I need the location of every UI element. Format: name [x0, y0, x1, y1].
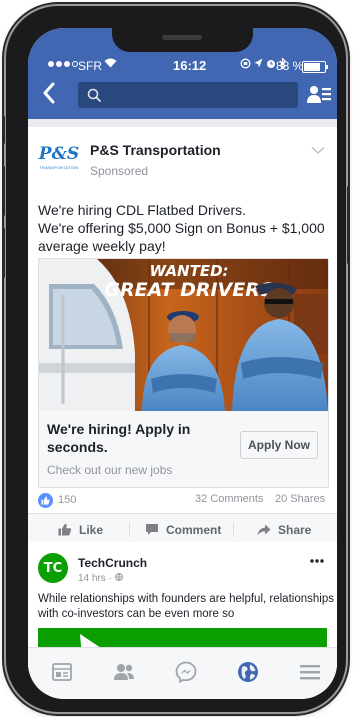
volume-down-button	[2, 228, 5, 278]
techcrunch-post-text: While relationships with founders are he…	[38, 593, 334, 620]
globe-privacy-icon	[114, 573, 123, 581]
share-arrow-icon	[257, 524, 271, 535]
globe-icon	[238, 662, 258, 682]
back-button[interactable]	[42, 82, 56, 104]
like-button[interactable]: Like	[58, 514, 103, 545]
ad-description: Check out our new jobs	[47, 463, 173, 477]
magnifier-icon	[87, 88, 101, 102]
battery-icon	[302, 61, 328, 73]
post-text: We're hiring CDL Flatbed Drivers. We're …	[38, 202, 325, 254]
share-button-label: Share	[278, 522, 312, 537]
alarm-icon	[267, 60, 276, 68]
sponsored-post: P&S TRANSPORTATION P&S Transportation Sp…	[28, 127, 337, 545]
shares-count[interactable]: 20 Shares	[275, 493, 325, 505]
post-options-button[interactable]	[311, 142, 325, 160]
rotation-lock-icon	[240, 58, 251, 69]
comment-button-label: Comment	[166, 522, 222, 537]
carrier-name: SFR	[78, 59, 102, 73]
ad-image[interactable]: WANTED: GREAT DRIVERS	[39, 259, 328, 411]
action-divider	[129, 522, 130, 537]
reactions-summary[interactable]: 150	[38, 492, 76, 508]
share-button[interactable]: Share	[257, 514, 311, 545]
friends-icon	[114, 664, 134, 680]
comment-bubble-icon	[146, 524, 158, 535]
ad-banner-line2: GREAT DRIVERS	[104, 279, 273, 301]
like-reaction-icon	[38, 492, 53, 508]
battery-percent: 88 %	[276, 59, 304, 73]
comment-button[interactable]: Comment	[145, 514, 221, 545]
ad-banner-line1: WANTED:	[149, 262, 228, 280]
friends-list-icon	[307, 86, 331, 103]
phone-frame: SFR 16:12 88 % P&S TRANSPORTATION P&S Tr…	[2, 6, 350, 712]
status-bar: SFR 16:12 88 %	[28, 57, 337, 74]
tab-messenger[interactable]	[174, 660, 198, 684]
cellular-signal-icon	[48, 61, 78, 67]
ad-headline[interactable]: We're hiring! Apply in seconds.	[47, 420, 229, 456]
bottom-tab-bar	[28, 647, 337, 699]
comments-count[interactable]: 32 Comments	[195, 493, 263, 505]
like-button-label: Like	[79, 522, 104, 537]
friends-list-button[interactable]	[307, 84, 331, 111]
apply-now-button[interactable]: Apply Now	[240, 431, 318, 459]
action-divider	[233, 522, 234, 537]
sponsored-label: Sponsored	[90, 164, 149, 178]
post-actions: Like Comment Share	[28, 513, 337, 545]
phone-screen: SFR 16:12 88 % P&S TRANSPORTATION P&S Tr…	[28, 28, 337, 699]
page-logo[interactable]: P&S TRANSPORTATION	[38, 137, 80, 179]
messenger-icon	[175, 661, 197, 684]
more-dots-icon	[310, 559, 324, 563]
volume-up-button	[2, 166, 5, 216]
tab-friends[interactable]	[112, 660, 136, 684]
page-name[interactable]: P&S Transportation	[90, 142, 221, 158]
tab-notifications[interactable]	[236, 660, 260, 684]
wifi-icon	[104, 58, 117, 71]
search-input[interactable]	[78, 82, 298, 108]
menu-icon	[300, 665, 320, 680]
location-icon	[254, 58, 263, 68]
more-options-button[interactable]	[310, 550, 324, 567]
phone-notch	[112, 28, 253, 52]
techcrunch-page-name[interactable]: TechCrunch	[78, 556, 147, 570]
post-time: 14 hrs ·	[78, 573, 123, 584]
tab-menu[interactable]	[298, 660, 322, 684]
chevron-down-icon	[311, 146, 325, 155]
thumbs-up-icon	[58, 523, 72, 536]
mute-switch	[2, 116, 5, 144]
ad-link-box[interactable]: WANTED: GREAT DRIVERS We're hiring! Appl…	[38, 258, 329, 488]
clock-time: 16:12	[173, 58, 207, 73]
power-button	[347, 186, 350, 264]
like-count: 150	[58, 494, 77, 506]
news-feed-icon	[52, 663, 72, 681]
chevron-left-icon	[43, 82, 55, 104]
tab-news-feed[interactable]	[50, 660, 74, 684]
techcrunch-logo[interactable]: TC	[38, 553, 68, 583]
